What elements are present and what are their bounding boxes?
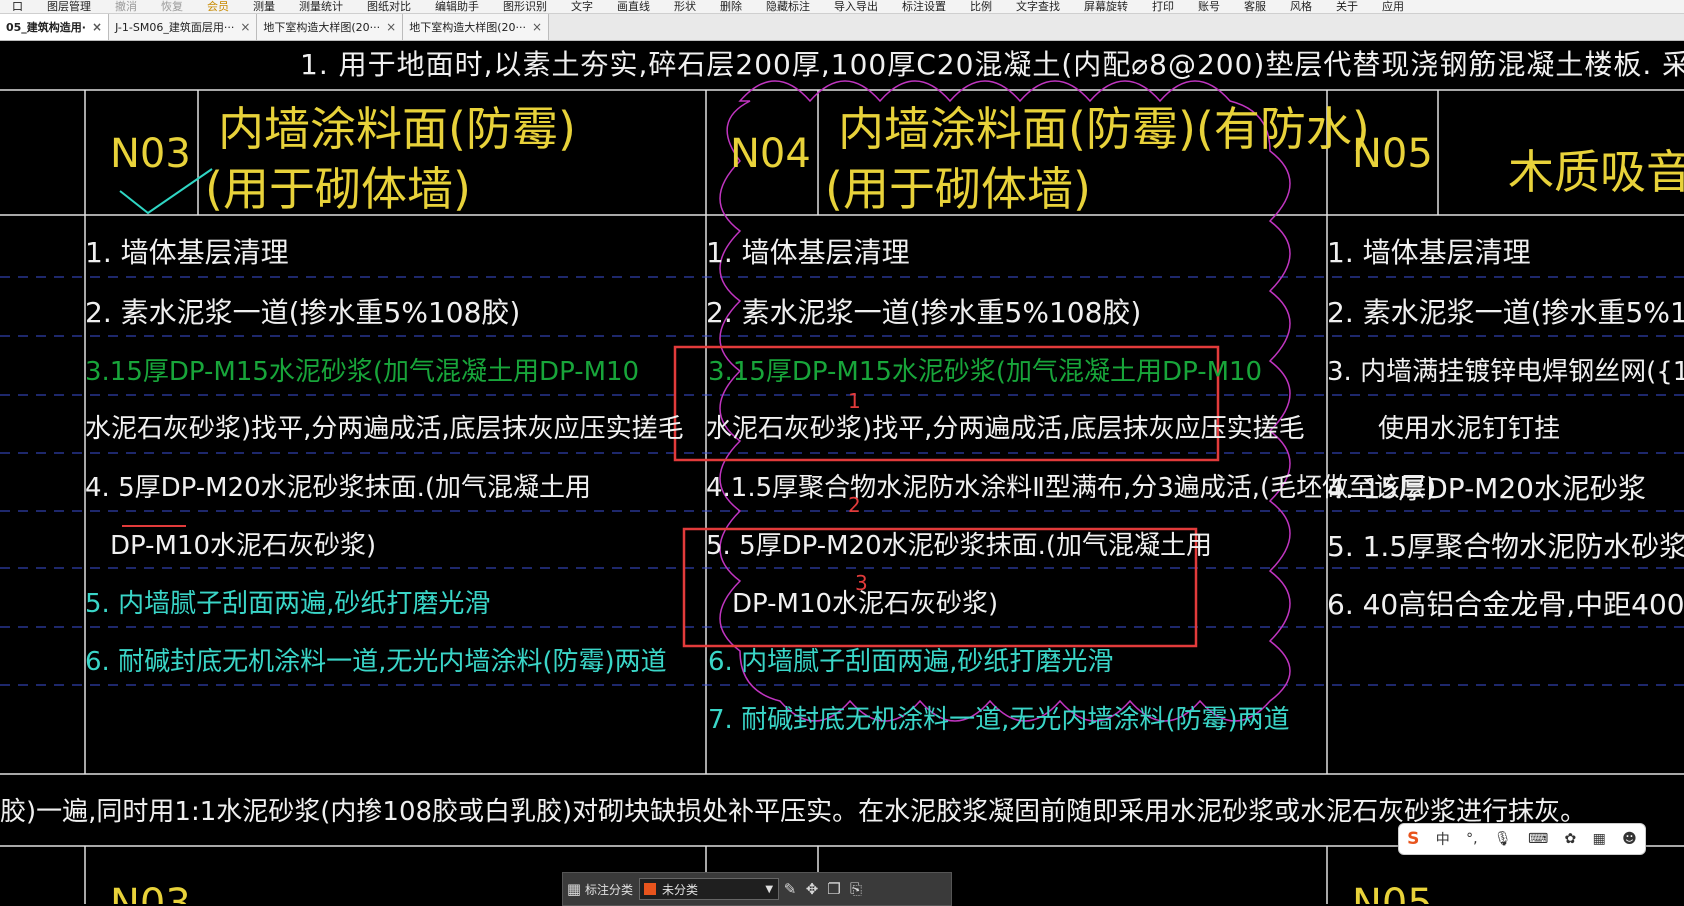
menu-item[interactable]: 图层管理	[35, 0, 103, 13]
microphone-icon[interactable]: 🎙	[1494, 831, 1512, 847]
title-n03-line2: (用于砌体墙)	[205, 162, 471, 216]
review-marker-3[interactable]: 3	[855, 571, 868, 595]
title-n03-line1: 内墙涂料面(防霉)	[218, 102, 576, 156]
close-icon[interactable]: ×	[386, 20, 396, 34]
drawing-canvas[interactable]: 1. 用于地面时,以素土夯实,碎石层200厚,100厚C20混凝土(内配⌀8@2…	[0, 41, 1684, 904]
code-bottom-left: N03	[110, 881, 191, 904]
close-icon[interactable]: ×	[532, 20, 542, 34]
review-marker-2[interactable]: 2	[848, 493, 861, 517]
code-n04: N04	[730, 131, 811, 177]
tab-document-1[interactable]: 05_建筑构造用· ×	[0, 14, 110, 40]
tab-document-2[interactable]: J-1-SM06_建筑面层用··· ×	[109, 14, 258, 40]
tab-document-3[interactable]: 地下室构造大样图(20··· ×	[257, 14, 404, 40]
move-icon[interactable]: ✥	[801, 880, 823, 898]
menu-item[interactable]: 图纸对比	[355, 0, 423, 13]
n04-step-1: 1. 墙体基层清理	[706, 236, 910, 269]
menu-item[interactable]: 编辑助手	[423, 0, 491, 13]
title-n04-line1: 内墙涂料面(防霉)(有防水)	[838, 102, 1370, 156]
n05-step-6: 6. 40高铝合金龙骨,中距400,	[1327, 588, 1684, 621]
menu-item[interactable]: 打印	[1140, 0, 1186, 13]
code-n03: N03	[110, 131, 191, 177]
n05-step-1: 1. 墙体基层清理	[1327, 236, 1531, 269]
menu-item[interactable]: 测量统计	[287, 0, 355, 13]
annotation-category-label: 标注分类	[585, 882, 634, 897]
menu-item[interactable]: 图形识别	[491, 0, 559, 13]
menu-item[interactable]: 文字	[559, 0, 605, 13]
menu-item[interactable]: 比例	[958, 0, 1004, 13]
chevron-down-icon: ▼	[765, 883, 774, 895]
mascot-icon[interactable]: ☻	[1622, 831, 1637, 847]
n03-step-6: 6. 耐碱封底无机涂料一道,无光内墙涂料(防霉)两道	[85, 647, 667, 677]
menu-item[interactable]: 导入导出	[822, 0, 890, 13]
skin-icon[interactable]: ✿	[1565, 831, 1577, 847]
menu-item[interactable]: 屏幕旋转	[1072, 0, 1140, 13]
ime-logo-icon[interactable]: S	[1407, 829, 1419, 849]
code-n05: N05	[1352, 131, 1433, 177]
menu-bar: 口图层管理 撤消 恢复 会员 测量 测量统计 图纸对比 编辑助手 图形识别 文字 画直线 形状 删除 隐藏…	[0, 0, 1684, 14]
menu-item[interactable]: 会员	[195, 0, 241, 13]
bottom-note: 胶)一遍,同时用1:1水泥砂浆(内掺108胶或白乳胶)对砌块缺损处补平压实。在水…	[0, 797, 1587, 827]
edit-icon[interactable]: ✎	[779, 880, 801, 898]
n05-step-5: 5. 1.5厚聚合物水泥防水砂浆	[1327, 530, 1684, 563]
category-color-swatch	[644, 883, 657, 895]
tab-label: 地下室构造大样图(20···	[263, 21, 381, 34]
n05-step-4: 4. 15厚DP-M20水泥砂浆	[1327, 472, 1646, 505]
menu-item[interactable]: 关于	[1324, 0, 1370, 13]
close-icon[interactable]: ×	[240, 20, 250, 34]
annotation-category-value: 未分类	[662, 882, 699, 897]
copy-icon[interactable]: ❐	[823, 880, 845, 898]
menu-item[interactable]: 隐藏标注	[754, 0, 822, 13]
ime-punctuation-toggle[interactable]: °,	[1466, 831, 1477, 847]
tab-label: 地下室构造大样图(20···	[409, 21, 526, 34]
n03-step-3b: 水泥石灰砂浆)找平,分两遍成活,底层抹灰应压实搓毛	[85, 414, 684, 444]
menu-item[interactable]: 账号	[1186, 0, 1232, 13]
title-n04-line2: (用于砌体墙)	[825, 162, 1091, 216]
ime-language-toggle[interactable]: 中	[1436, 829, 1450, 849]
menu-item[interactable]: 风格	[1278, 0, 1324, 13]
tab-document-4[interactable]: 地下室构造大样图(20··· ×	[403, 14, 550, 40]
menu-item[interactable]: 测量	[241, 0, 287, 13]
n03-step-4a: 4. 5厚DP-M20水泥砂浆抹面.(加气混凝土用	[85, 473, 592, 503]
n03-step-5: 5. 内墙腻子刮面两遍,砂纸打磨光滑	[85, 589, 491, 619]
ime-toolbar: S 中 °, 🎙 ⌨ ✿ ▦ ☻	[1398, 823, 1646, 855]
menu-item[interactable]: 应用	[1370, 0, 1416, 13]
n04-step-3b: 水泥石灰砂浆)找平,分两遍成活,底层抹灰应压实搓毛	[706, 414, 1305, 444]
menu-item[interactable]: 口	[0, 0, 35, 13]
menu-item[interactable]: 恢复	[149, 0, 195, 13]
menu-item[interactable]: 撤消	[103, 0, 149, 13]
menu-item[interactable]: 文字查找	[1004, 0, 1072, 13]
n05-step-2: 2. 素水泥浆一道(掺水重5%108胶	[1327, 296, 1684, 329]
keyboard-icon[interactable]: ⌨	[1528, 831, 1548, 847]
n04-step-7: 7. 耐碱封底无机涂料一道,无光内墙涂料(防霉)两道	[708, 705, 1290, 735]
close-icon[interactable]: ×	[92, 20, 102, 34]
menu-item[interactable]: 标注设置	[890, 0, 958, 13]
menu-item[interactable]: 画直线	[605, 0, 662, 13]
top-note: 1. 用于地面时,以素土夯实,碎石层200厚,100厚C20混凝土(内配⌀8@2…	[300, 48, 1684, 81]
tab-label: 05_建筑构造用·	[6, 21, 86, 34]
grid-icon[interactable]: ▦	[563, 880, 585, 898]
n03-step-3a: 3.15厚DP-M15水泥砂浆(加气混凝土用DP-M10	[85, 357, 640, 387]
n04-step-3a: 3.15厚DP-M15水泥砂浆(加气混凝土用DP-M10	[708, 357, 1263, 387]
menu-item[interactable]: 客服	[1232, 0, 1278, 13]
menu-item[interactable]: 形状	[662, 0, 708, 13]
n05-step-3b: 使用水泥钉钉挂	[1378, 414, 1561, 444]
n04-step-6: 6. 内墙腻子刮面两遍,砂纸打磨光滑	[708, 647, 1114, 677]
apps-grid-icon[interactable]: ▦	[1593, 831, 1606, 847]
n03-step-2: 2. 素水泥浆一道(掺水重5%108胶)	[85, 296, 521, 329]
n04-step-2: 2. 素水泥浆一道(掺水重5%108胶)	[706, 296, 1142, 329]
n03-step-1: 1. 墙体基层清理	[85, 236, 289, 269]
document-tab-bar: 05_建筑构造用· × J-1-SM06_建筑面层用··· × 地下室构造大样图(2…	[0, 14, 1684, 41]
n04-step-5a: 5. 5厚DP-M20水泥砂浆抹面.(加气混凝土用	[706, 531, 1213, 561]
review-marker-1[interactable]: 1	[848, 389, 861, 413]
n03-step-4b: DP-M10水泥石灰砂浆)	[110, 531, 377, 561]
menu-item[interactable]: 删除	[708, 0, 754, 13]
title-n05: 木质吸音墙	[1508, 145, 1684, 199]
n05-step-3a: 3. 内墙满挂镀锌电焊钢丝网({1.0	[1327, 357, 1684, 387]
annotation-toolbar: ▦ 标注分类 未分类 ▼ ✎ ✥ ❐ ⎘	[562, 872, 952, 906]
paste-icon[interactable]: ⎘	[845, 880, 867, 898]
code-bottom-right: N05	[1352, 881, 1433, 904]
annotation-category-select[interactable]: 未分类 ▼	[639, 878, 780, 900]
tab-label: J-1-SM06_建筑面层用···	[115, 21, 235, 34]
